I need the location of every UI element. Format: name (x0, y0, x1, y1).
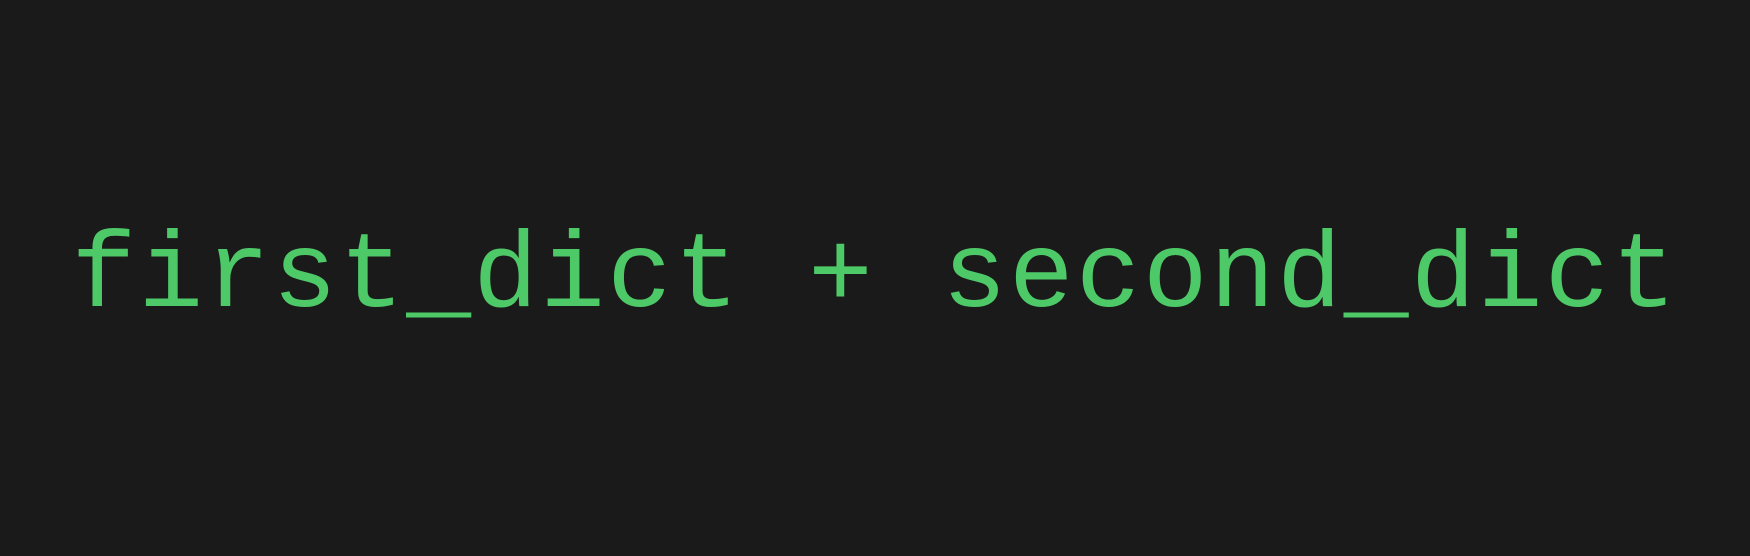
code-expression: first_dict + second_dict (71, 217, 1678, 339)
